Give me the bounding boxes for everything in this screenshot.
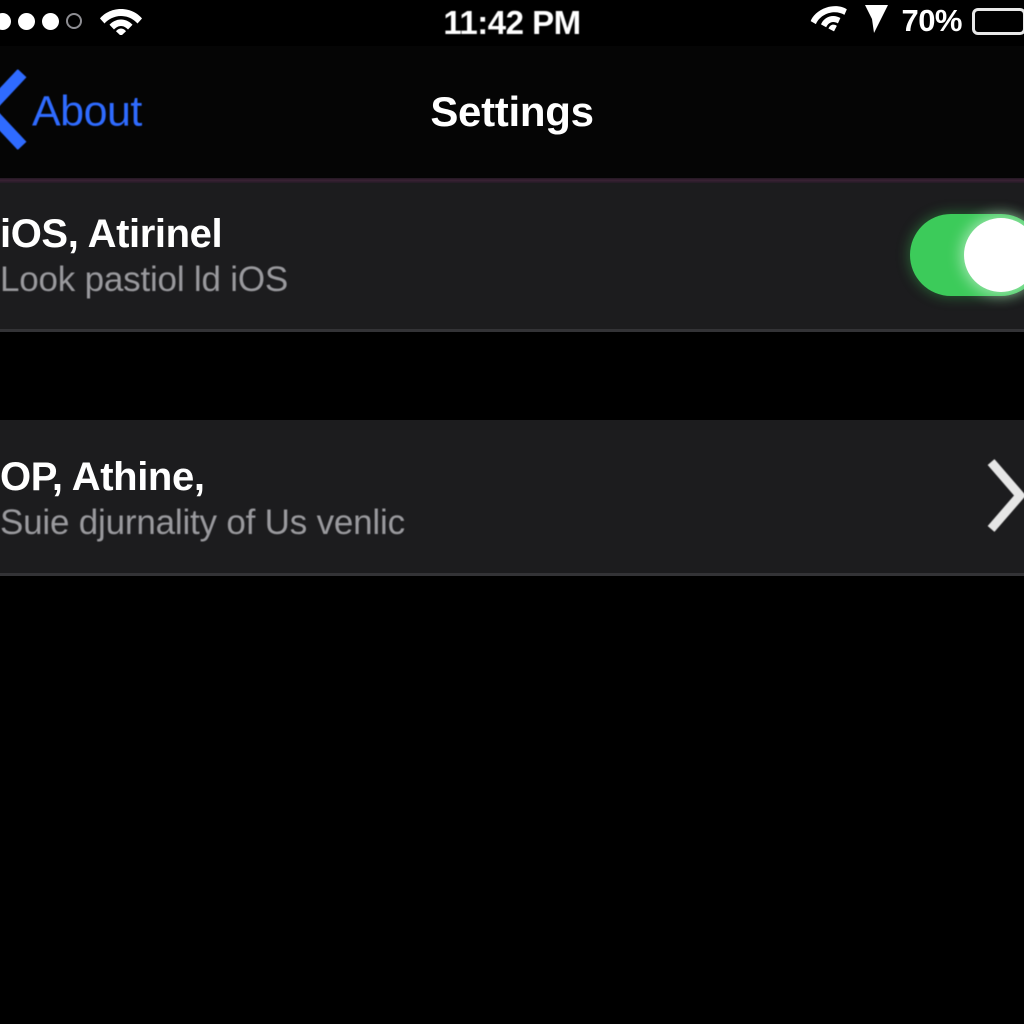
ios-update-toggle[interactable]	[910, 214, 1024, 296]
location-arrow-icon	[861, 2, 891, 41]
battery-percentage-label: 70%	[901, 3, 962, 38]
settings-row-text-group: OP, Athine, Suie djurnality of Us venlic	[0, 457, 405, 540]
status-bar: 11:42 PM 70%	[0, 0, 1024, 46]
settings-row-subtitle: Look pastiol ld iOS	[0, 259, 289, 299]
toggle-knob	[964, 218, 1024, 292]
row-top-separator	[0, 178, 1024, 183]
row-bottom-separator	[0, 329, 1024, 332]
navigation-bar: About Settings	[0, 46, 1024, 178]
section-gap	[0, 332, 1024, 420]
settings-row-op-athine[interactable]: OP, Athine, Suie djurnality of Us venlic	[0, 420, 1024, 576]
page-title-label: Settings	[430, 88, 594, 135]
settings-row-accessory	[910, 214, 1024, 296]
ios-settings-screen: 11:42 PM 70% About Settings iOS, Atirine…	[0, 0, 1024, 1024]
status-bar-clock: 11:42 PM	[443, 4, 581, 41]
settings-row-title: iOS, Atirinel	[0, 211, 223, 256]
chevron-right-icon[interactable]	[986, 458, 1024, 539]
settings-row-accessory	[986, 458, 1024, 539]
page-title: Settings	[0, 46, 1024, 178]
settings-row-title: OP, Athine,	[0, 454, 205, 499]
settings-list: iOS, Atirinel Look pastiol ld iOS OP, At…	[0, 178, 1024, 1024]
settings-row-text-group: iOS, Atirinel Look pastiol ld iOS	[0, 214, 288, 297]
row-bottom-separator	[0, 573, 1024, 576]
battery-icon	[972, 7, 1024, 35]
status-bar-right-group: 70%	[809, 2, 1024, 41]
wifi-icon-secondary	[809, 2, 851, 41]
settings-row-subtitle: Suie djurnality of Us venlic	[0, 502, 405, 542]
settings-row-ios-atirinel[interactable]: iOS, Atirinel Look pastiol ld iOS	[0, 178, 1024, 332]
